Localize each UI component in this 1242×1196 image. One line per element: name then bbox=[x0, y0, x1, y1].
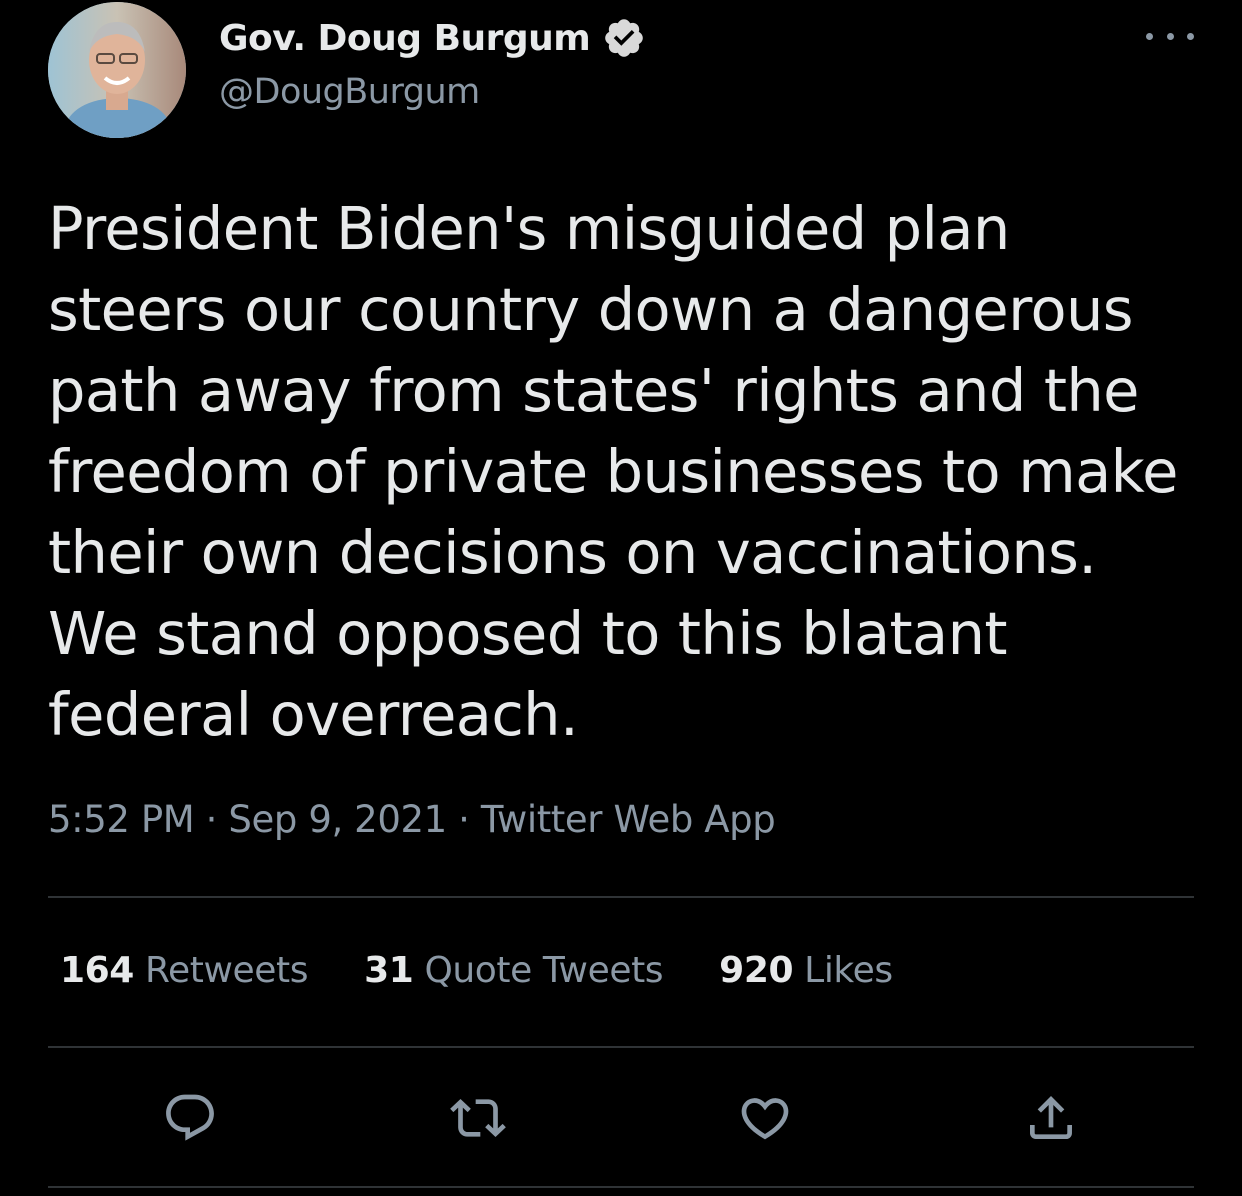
tweet-text-line: We stand opposed to this blatant bbox=[48, 599, 1008, 668]
share-icon bbox=[1030, 1096, 1072, 1139]
verified-badge-icon bbox=[602, 16, 646, 60]
retweets-stat[interactable]: 164 Retweets bbox=[60, 950, 308, 991]
tweet-text-line: federal overreach. bbox=[48, 680, 579, 749]
divider-end bbox=[48, 1186, 1194, 1188]
tweet-stats: 164 Retweets 31 Quote Tweets 920 Likes bbox=[60, 950, 949, 991]
tweet-time[interactable]: 5:52 PM bbox=[48, 798, 195, 841]
author-name-row[interactable]: Gov. Doug Burgum bbox=[219, 14, 646, 62]
like-heart-icon bbox=[741, 1098, 789, 1140]
tweet-text-line: their own decisions on vaccinations. bbox=[48, 518, 1097, 587]
tweet-date[interactable]: Sep 9, 2021 bbox=[228, 798, 447, 841]
author-avatar[interactable] bbox=[48, 2, 186, 138]
tweet-text-line: freedom of private businesses to make bbox=[48, 437, 1178, 506]
retweet-button[interactable] bbox=[448, 1088, 508, 1148]
meta-separator: · bbox=[458, 798, 470, 841]
likes-count: 920 bbox=[719, 950, 794, 991]
tweet-text-line: path away from states' rights and the bbox=[48, 356, 1139, 425]
tweet-text-line: President Biden's misguided plan bbox=[48, 194, 1010, 263]
quote-tweets-stat[interactable]: 31 Quote Tweets bbox=[364, 950, 663, 991]
retweets-label: Retweets bbox=[145, 950, 309, 991]
tweet-detail: Gov. Doug Burgum @DougBurgum President B… bbox=[0, 0, 1242, 1196]
reply-icon bbox=[166, 1094, 214, 1141]
more-options-icon[interactable] bbox=[1146, 24, 1194, 48]
quote-tweets-label: Quote Tweets bbox=[424, 950, 664, 991]
tweet-actions bbox=[0, 1088, 1242, 1148]
more-dot bbox=[1146, 32, 1153, 40]
retweets-count: 164 bbox=[60, 950, 134, 991]
divider-top bbox=[48, 896, 1194, 898]
likes-stat[interactable]: 920 Likes bbox=[719, 950, 893, 991]
tweet-meta: 5:52 PM · Sep 9, 2021 · Twitter Web App bbox=[48, 798, 776, 841]
likes-label: Likes bbox=[804, 950, 893, 991]
more-dot bbox=[1187, 32, 1194, 40]
tweet-source[interactable]: Twitter Web App bbox=[481, 798, 776, 841]
author-display-name[interactable]: Gov. Doug Burgum bbox=[219, 18, 591, 59]
tweet-text-line: steers our country down a dangerous bbox=[48, 275, 1134, 344]
tweet-text: President Biden's misguided plan steers … bbox=[48, 188, 1218, 755]
like-button[interactable] bbox=[735, 1088, 795, 1148]
more-dot bbox=[1166, 32, 1174, 40]
author-handle[interactable]: @DougBurgum bbox=[219, 72, 480, 112]
divider-bottom bbox=[48, 1046, 1194, 1048]
meta-separator: · bbox=[205, 798, 218, 841]
reply-button[interactable] bbox=[160, 1088, 220, 1148]
retweet-icon bbox=[450, 1099, 506, 1137]
share-button[interactable] bbox=[1021, 1088, 1081, 1148]
quote-tweets-count: 31 bbox=[364, 950, 414, 991]
